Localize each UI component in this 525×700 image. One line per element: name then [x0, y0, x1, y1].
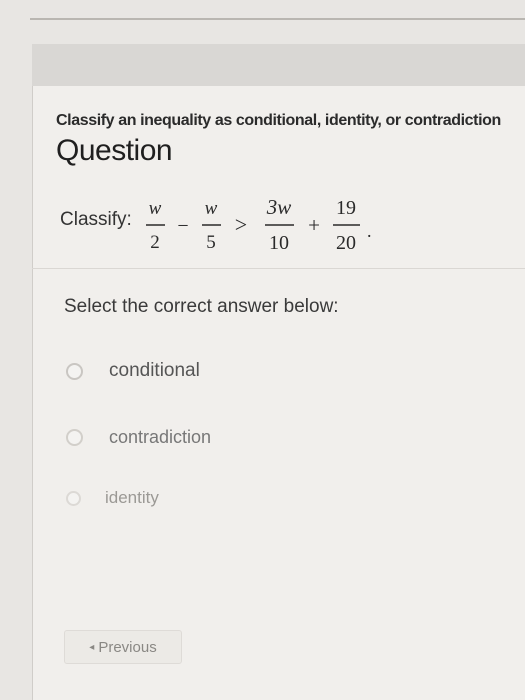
- fraction-2-denominator: 5: [206, 232, 216, 253]
- fraction-3-numerator: 3w: [266, 195, 292, 219]
- radio-button-contradiction[interactable]: [66, 429, 83, 446]
- previous-label: Previous: [98, 638, 157, 656]
- option-label: contradiction: [109, 427, 212, 447]
- fraction-4-denominator: 20: [336, 232, 356, 254]
- greater-than-sign: >: [235, 212, 247, 237]
- radio-button-conditional[interactable]: [66, 362, 83, 380]
- question-subtitle: Classify an inequality as conditional, i…: [56, 112, 501, 129]
- option-label: conditional: [109, 360, 200, 381]
- classify-label: Classify:: [60, 209, 132, 230]
- header-band: [32, 44, 525, 87]
- option-identity[interactable]: identity: [66, 488, 159, 508]
- option-contradiction[interactable]: contradiction: [66, 427, 211, 448]
- expression-period: .: [367, 221, 372, 241]
- left-arrow-icon: ◂: [89, 641, 95, 653]
- inequality-expression: w 2 − w 5 > 3w 10 + 19 20 .: [146, 195, 372, 254]
- previous-button[interactable]: ◂ Previous: [64, 630, 182, 664]
- question-heading: Question: [56, 134, 173, 167]
- minus-sign: −: [177, 215, 188, 237]
- fraction-3-denominator: 10: [269, 232, 289, 254]
- fraction-1-denominator: 2: [150, 232, 160, 253]
- answer-prompt: Select the correct answer below:: [64, 296, 339, 317]
- fraction-4-numerator: 19: [336, 197, 356, 219]
- top-divider: [30, 18, 525, 20]
- question-panel: [32, 86, 525, 700]
- section-divider: [32, 268, 525, 269]
- option-conditional[interactable]: conditional: [66, 360, 200, 382]
- option-label: identity: [105, 488, 159, 507]
- fraction-1-numerator: w: [149, 198, 162, 219]
- plus-sign: +: [308, 213, 320, 237]
- radio-button-identity[interactable]: [66, 490, 81, 506]
- fraction-2-numerator: w: [205, 198, 218, 219]
